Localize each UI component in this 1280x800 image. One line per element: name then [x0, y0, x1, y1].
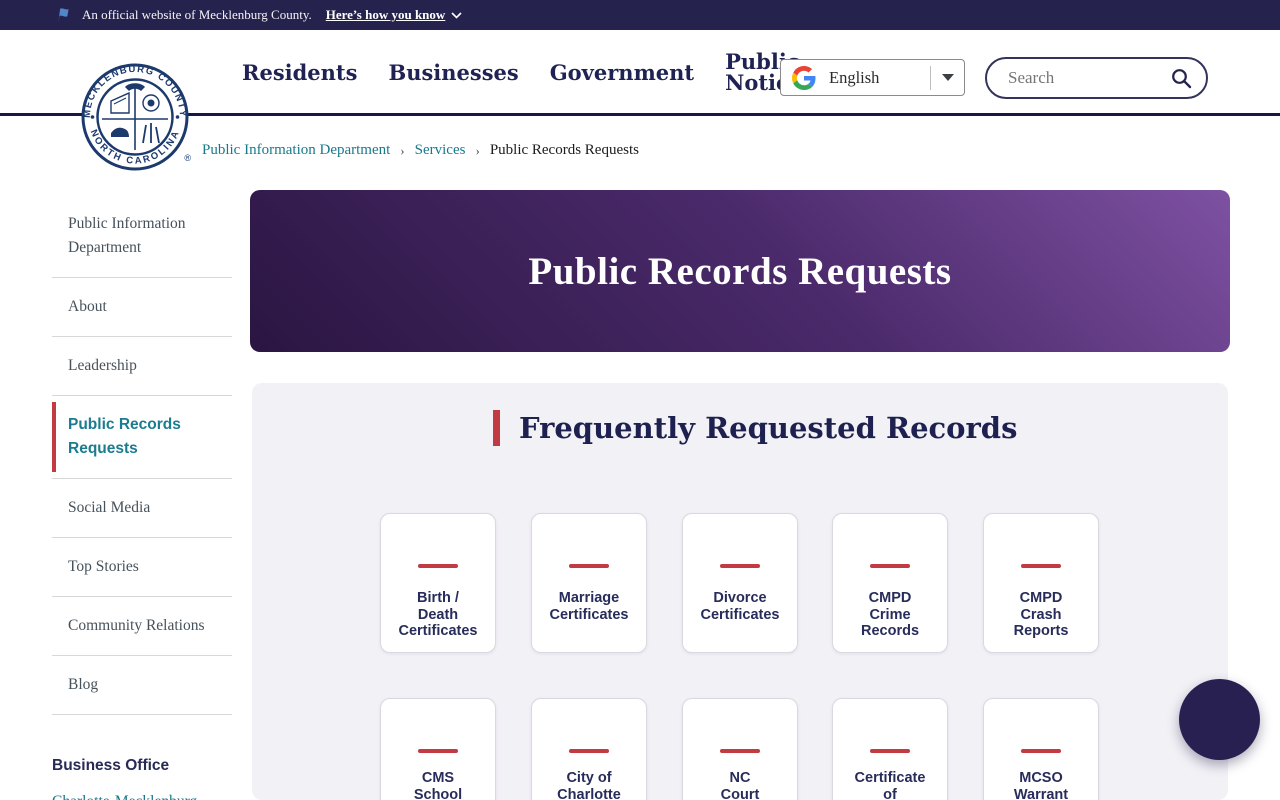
card-accent-dash	[418, 564, 458, 568]
card-accent-dash	[870, 564, 910, 568]
sidebar-item-public-records-requests[interactable]: Public Records Requests	[52, 396, 232, 479]
search-box	[985, 57, 1208, 99]
county-seal-logo[interactable]: MECKLENBURG COUNTY NORTH CAROLINA ®	[81, 63, 191, 171]
card-label: CMPD Crash Reports	[1013, 590, 1069, 639]
caret-down-icon	[941, 74, 954, 81]
breadcrumb-link-department[interactable]: Public Information Department	[202, 142, 390, 159]
breadcrumb-link-services[interactable]: Services	[415, 142, 466, 159]
card-label: Certificate of	[854, 770, 926, 800]
search-icon[interactable]	[1171, 68, 1192, 89]
card-accent-dash	[1021, 564, 1061, 568]
page: An official website of Mecklenburg Count…	[0, 0, 1280, 800]
sidebar-item-leadership[interactable]: Leadership	[52, 337, 232, 396]
breadcrumb: Public Information Department › Services…	[202, 142, 639, 159]
business-office-heading: Business Office	[52, 757, 170, 774]
section-heading: Frequently Requested Records	[493, 410, 1017, 446]
record-card-marriage-certificates[interactable]: Marriage Certificates	[531, 513, 647, 653]
record-card-cmpd-crash-reports[interactable]: CMPD Crash Reports	[983, 513, 1099, 653]
card-accent-dash	[569, 749, 609, 753]
card-accent-dash	[720, 749, 760, 753]
card-label: CMS School	[413, 770, 463, 800]
card-accent-dash	[1021, 749, 1061, 753]
how-you-know-link[interactable]: Here’s how you know	[326, 7, 463, 23]
card-accent-dash	[569, 564, 609, 568]
record-card-divorce-certificates[interactable]: Divorce Certificates	[682, 513, 798, 653]
official-banner-text: An official website of Mecklenburg Count…	[82, 7, 312, 22]
section-heading-text: Frequently Requested Records	[519, 411, 1018, 445]
nav-item-government[interactable]: Government	[550, 62, 694, 83]
sidebar: Public Information Department About Lead…	[52, 195, 232, 800]
breadcrumb-separator: ›	[475, 142, 480, 158]
registered-mark: ®	[184, 153, 191, 163]
sidebar-item-community-relations[interactable]: Community Relations	[52, 597, 232, 656]
card-accent-dash	[720, 564, 760, 568]
record-card-cms-school[interactable]: CMS School	[380, 698, 496, 800]
sidebar-item-about[interactable]: About	[52, 278, 232, 337]
sidebar-item-top-stories[interactable]: Top Stories	[52, 538, 232, 597]
page-title: Public Records Requests	[528, 249, 952, 293]
card-label: Birth / Death Certificates	[398, 590, 478, 639]
business-office-link[interactable]: Charlotte-Mecklenburg Government Center	[52, 789, 197, 800]
record-card-birth-death-certificates[interactable]: Birth / Death Certificates	[380, 513, 496, 653]
card-label: MCSO Warrant	[1013, 770, 1069, 800]
language-dropdown-toggle[interactable]	[931, 74, 964, 81]
sidebar-item-public-information-department[interactable]: Public Information Department	[52, 195, 232, 278]
nav-item-residents[interactable]: Residents	[242, 62, 357, 83]
flag-icon	[55, 7, 72, 24]
search-input[interactable]	[1008, 68, 1158, 88]
record-card-cmpd-crime-records[interactable]: CMPD Crime Records	[832, 513, 948, 653]
nav-item-businesses[interactable]: Businesses	[388, 62, 518, 83]
hero-banner: Public Records Requests	[250, 190, 1230, 352]
record-card-city-of-charlotte[interactable]: City of Charlotte	[531, 698, 647, 800]
record-card-mcso-warrant[interactable]: MCSO Warrant	[983, 698, 1099, 800]
card-accent-dash	[870, 749, 910, 753]
how-you-know-label: Here’s how you know	[325, 7, 446, 22]
record-card-certificate-of[interactable]: Certificate of	[832, 698, 948, 800]
chat-button[interactable]	[1179, 679, 1260, 760]
official-banner: An official website of Mecklenburg Count…	[0, 0, 1280, 30]
card-label: City of Charlotte	[557, 770, 621, 800]
breadcrumb-current: Public Records Requests	[489, 142, 639, 158]
language-label: English	[829, 67, 880, 87]
county-seal-image: MECKLENBURG COUNTY NORTH CAROLINA	[81, 63, 189, 171]
card-label: Divorce Certificates	[700, 590, 780, 623]
google-logo-icon	[792, 65, 816, 90]
chevron-down-icon	[451, 11, 462, 19]
card-label: NC Court	[720, 770, 760, 800]
language-selector[interactable]: English	[780, 59, 965, 96]
sidebar-item-blog[interactable]: Blog	[52, 656, 232, 715]
card-label: Marriage Certificates	[549, 590, 629, 623]
record-card-nc-court[interactable]: NC Court	[682, 698, 798, 800]
card-accent-dash	[418, 749, 458, 753]
sidebar-item-social-media[interactable]: Social Media	[52, 479, 232, 538]
main-nav: Residents Businesses Government Public N…	[242, 30, 814, 114]
heading-accent-bar	[493, 410, 500, 446]
breadcrumb-separator: ›	[400, 142, 405, 158]
card-label: CMPD Crime Records	[860, 590, 920, 639]
